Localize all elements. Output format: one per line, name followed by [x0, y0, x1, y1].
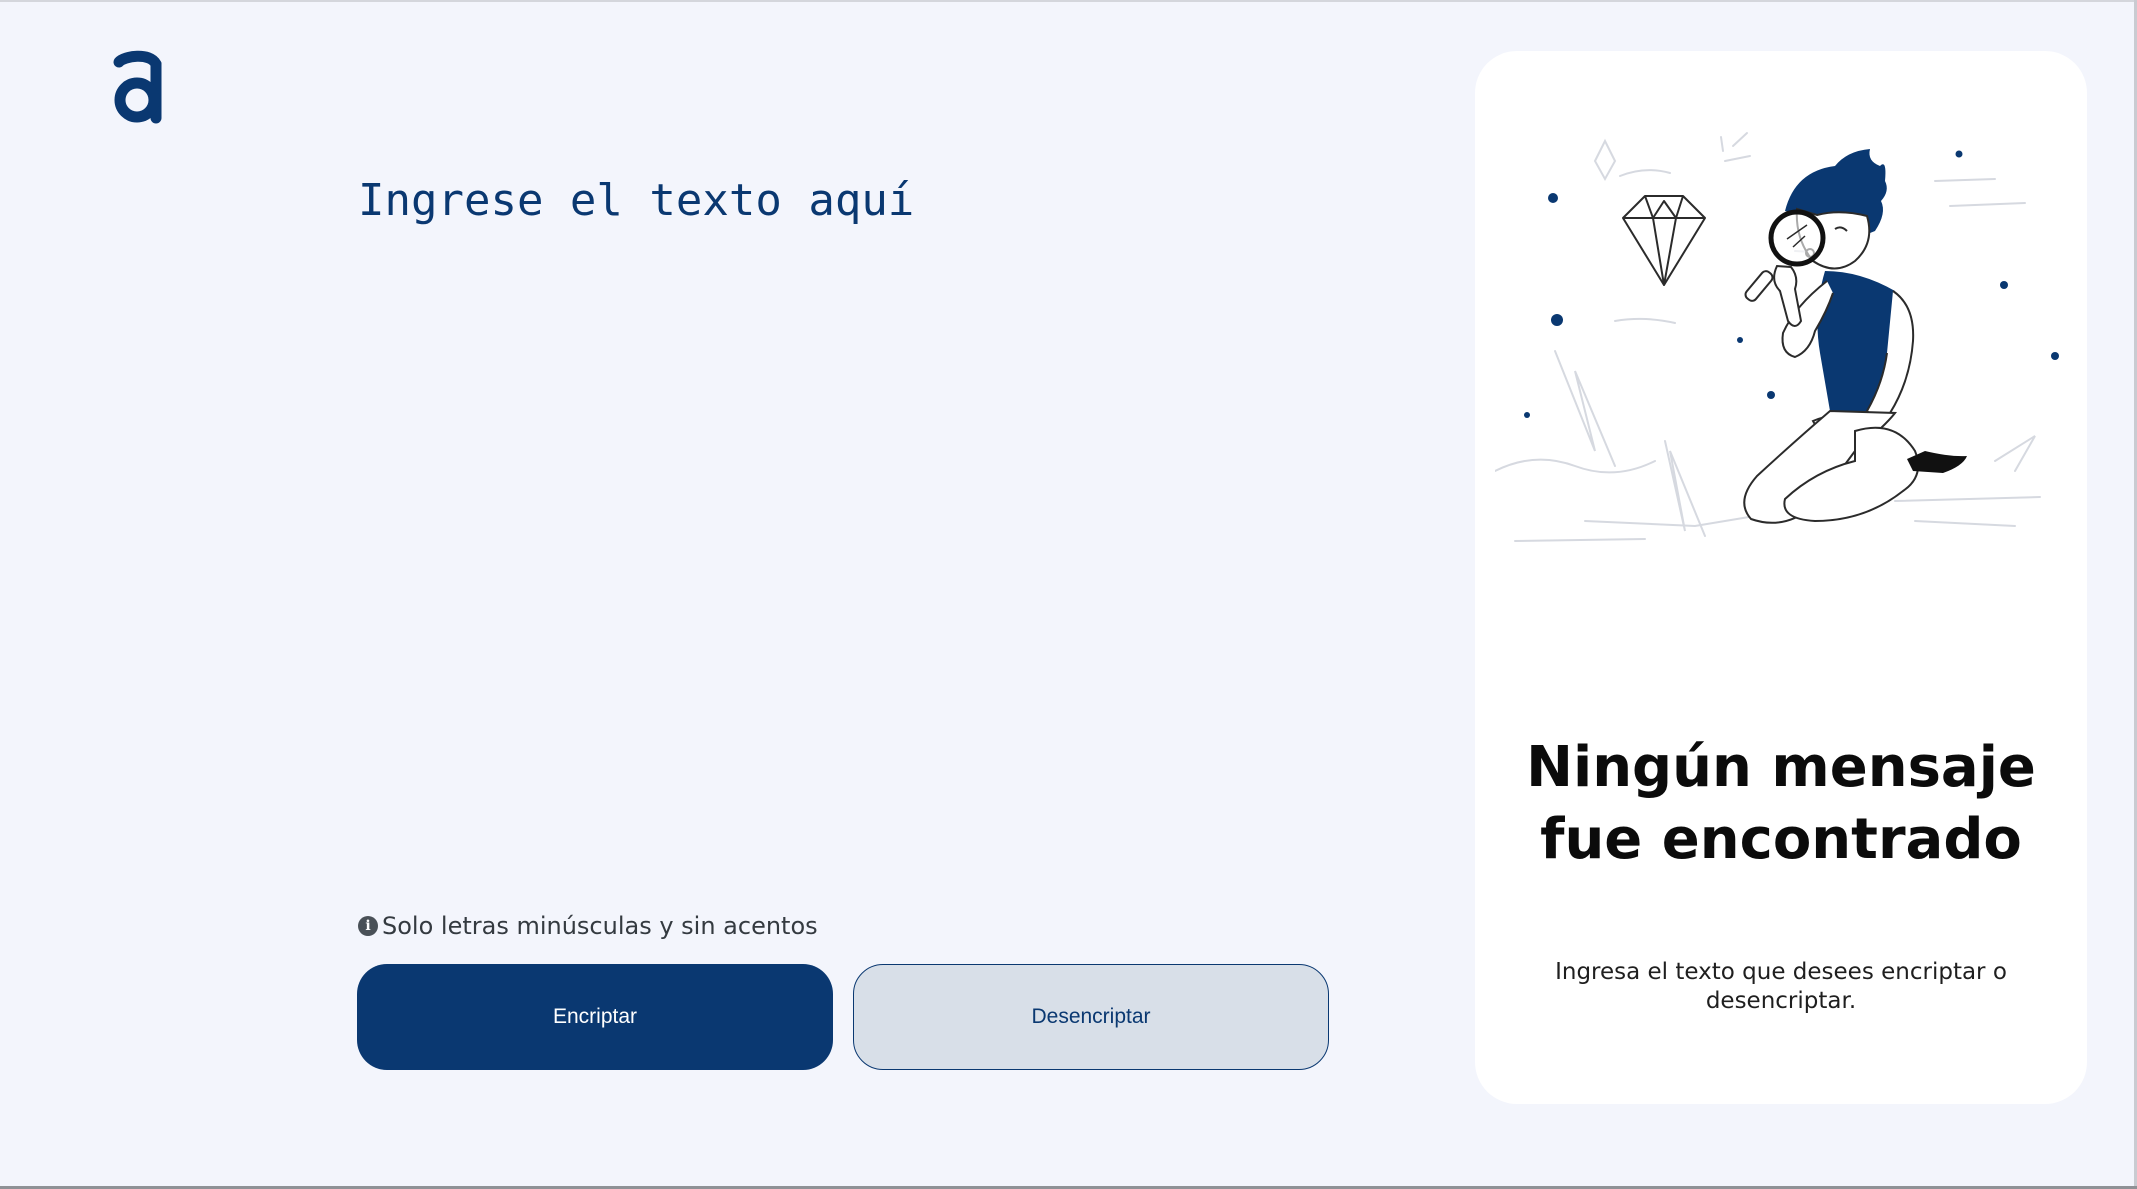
input-hint: i Solo letras minúsculas y sin acentos	[358, 909, 818, 943]
info-circle-icon: i	[358, 916, 378, 936]
message-input[interactable]	[356, 160, 1316, 860]
input-hint-text: Solo letras minúsculas y sin acentos	[382, 912, 818, 940]
output-panel: Ningún mensaje fue encontrado Ingresa el…	[1475, 51, 2087, 1104]
decrypt-button[interactable]: Desencriptar	[853, 964, 1329, 1070]
encrypt-button[interactable]: Encriptar	[357, 964, 833, 1070]
decrypt-button-label: Desencriptar	[1031, 1005, 1151, 1028]
encrypt-button-label: Encriptar	[552, 1005, 638, 1028]
person-with-magnifying-glass-illustration	[1495, 132, 2059, 542]
no-message-description: Ingresa el texto que desees encriptar o …	[1555, 959, 2007, 1014]
no-message-title: Ningún mensaje fue encontrado	[1526, 735, 2036, 872]
alura-logo-icon	[113, 50, 162, 124]
window-top-border	[0, 0, 2137, 2]
